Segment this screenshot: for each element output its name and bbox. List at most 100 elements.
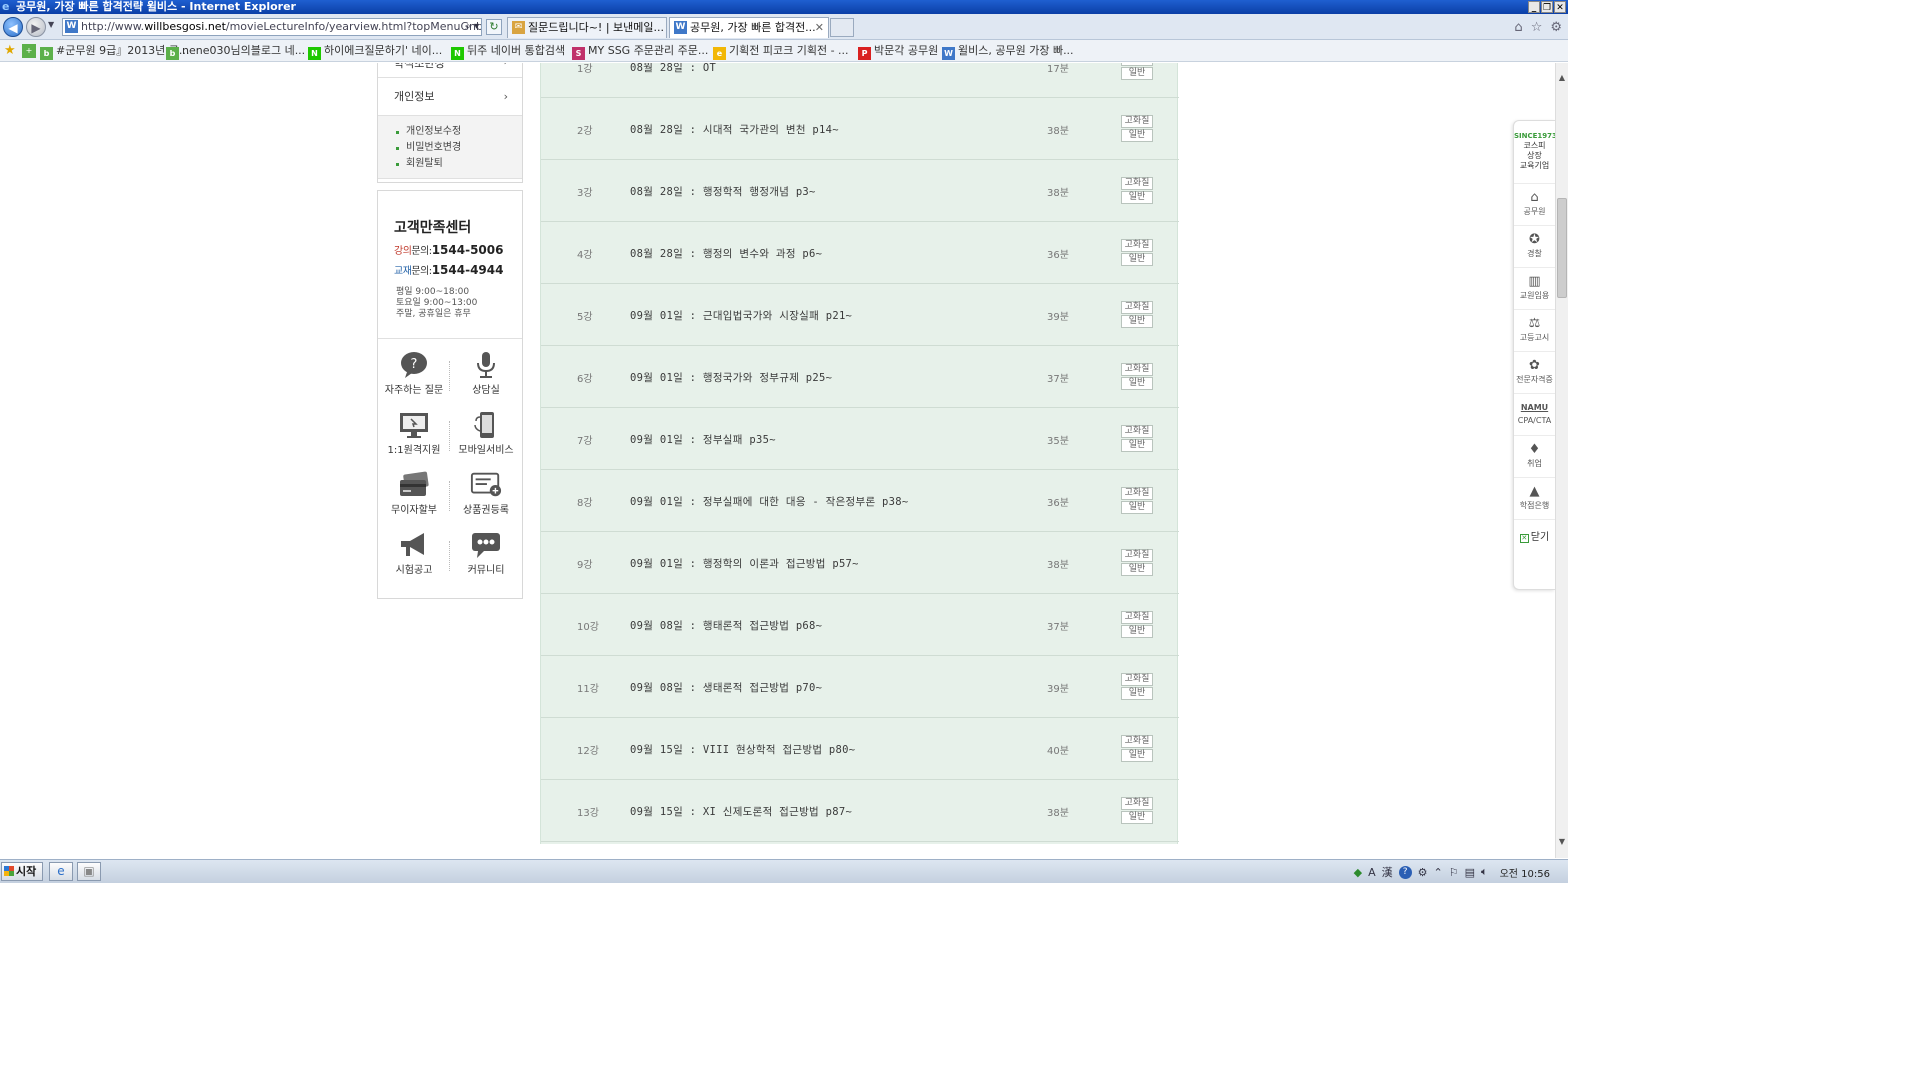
- tray-settings-icon[interactable]: ⚙: [1418, 866, 1428, 879]
- tab-willbes[interactable]: W 공무원, 가장 빠른 합격전... ✕: [669, 17, 829, 38]
- search-dropdown-icon[interactable]: ⌕ ▾: [465, 19, 479, 35]
- favorites-star-icon[interactable]: ★: [4, 43, 16, 59]
- start-button[interactable]: 시작: [1, 862, 43, 881]
- play-normal-button[interactable]: 일반: [1121, 67, 1153, 80]
- quickbar-item[interactable]: ⌂ 공무원: [1514, 183, 1555, 225]
- menu-item-cut[interactable]: 학석조반성: [394, 63, 445, 71]
- play-hq-button[interactable]: 고화질: [1121, 363, 1153, 376]
- play-hq-button[interactable]: 고화질: [1121, 425, 1153, 438]
- favorite-link[interactable]: N 하이에크질문하기' 네이...: [308, 40, 442, 62]
- favorite-link[interactable]: P 박문각 공무원: [858, 40, 938, 62]
- play-hq-button[interactable]: 고화질: [1121, 239, 1153, 252]
- favorites-star-icon[interactable]: ☆: [1531, 20, 1543, 35]
- play-normal-button[interactable]: 일반: [1121, 439, 1153, 452]
- clock[interactable]: 오전 10:56: [1500, 865, 1550, 880]
- service-remote[interactable]: 1:1원격지원: [378, 407, 450, 467]
- action-center-flag-icon[interactable]: ⚐: [1449, 866, 1459, 879]
- play-hq-button[interactable]: 고화질: [1121, 735, 1153, 748]
- service-installment[interactable]: 무이자할부: [378, 467, 450, 527]
- menu-personal-info[interactable]: 개인정보 ›: [378, 78, 522, 116]
- quickbar-item[interactable]: ⚖ 고등고시: [1514, 309, 1555, 351]
- service-label: 상담실: [472, 385, 500, 396]
- quickbar-item[interactable]: ▲ 학점은행: [1514, 477, 1555, 519]
- ime-mode[interactable]: A: [1368, 866, 1376, 879]
- service-exam-notice[interactable]: 시험공고: [378, 527, 450, 587]
- network-icon[interactable]: ▤: [1465, 866, 1475, 879]
- play-hq-button[interactable]: 고화질: [1121, 115, 1153, 128]
- menu-personal-info-label: 개인정보: [394, 90, 435, 103]
- play-normal-button[interactable]: 일반: [1121, 563, 1153, 576]
- play-normal-button[interactable]: 일반: [1121, 315, 1153, 328]
- close-window-button[interactable]: ✕: [1554, 1, 1566, 13]
- help-icon[interactable]: ?: [1398, 865, 1412, 879]
- play-normal-button[interactable]: 일반: [1121, 811, 1153, 824]
- add-favorite-icon[interactable]: +: [22, 44, 36, 58]
- cs-hours-weekday: 평일 9:00~18:00: [396, 287, 470, 297]
- service-community[interactable]: 커뮤니티: [450, 527, 522, 587]
- play-hq-button[interactable]: 고화질: [1121, 611, 1153, 624]
- favorite-link[interactable]: e 기획전 피코크 기획전 - ...: [713, 40, 849, 62]
- play-hq-button[interactable]: 고화질: [1121, 63, 1153, 66]
- play-normal-button[interactable]: 일반: [1121, 377, 1153, 390]
- tools-gear-icon[interactable]: ⚙: [1550, 20, 1562, 35]
- favorite-link[interactable]: S MY SSG 주문관리 주문...: [572, 40, 708, 62]
- scroll-thumb[interactable]: [1557, 198, 1567, 298]
- play-normal-button[interactable]: 일반: [1121, 191, 1153, 204]
- favorite-link[interactable]: b nene030님의블로그 네...: [166, 40, 305, 62]
- quickbar-item[interactable]: ✿ 전문자격증: [1514, 351, 1555, 393]
- play-hq-button[interactable]: 고화질: [1121, 549, 1153, 562]
- forward-button[interactable]: ▶: [26, 17, 46, 37]
- submenu-withdraw[interactable]: 회원탈퇴: [396, 156, 522, 172]
- service-faq[interactable]: ? 자주하는 질문: [378, 347, 450, 407]
- vertical-scrollbar[interactable]: ▲ ▼: [1555, 63, 1568, 858]
- volume-icon[interactable]: 🔈︎: [1481, 865, 1488, 879]
- minimize-button[interactable]: _: [1528, 1, 1540, 13]
- play-normal-button[interactable]: 일반: [1121, 129, 1153, 142]
- play-hq-button[interactable]: 고화질: [1121, 301, 1153, 314]
- play-hq-button[interactable]: 고화질: [1121, 797, 1153, 810]
- scroll-down-icon[interactable]: ▼: [1556, 835, 1568, 849]
- new-tab-button[interactable]: [830, 18, 854, 37]
- tab-close-icon[interactable]: ✕: [815, 18, 824, 37]
- lecture-number: 8강: [577, 498, 593, 509]
- history-dropdown-icon[interactable]: ▼: [48, 20, 54, 29]
- tray-expand-icon[interactable]: ⌃: [1433, 866, 1442, 879]
- submenu-edit-info[interactable]: 개인정보수정: [396, 124, 522, 140]
- back-button[interactable]: ◀: [3, 17, 23, 37]
- service-mobile[interactable]: 모바일서비스: [450, 407, 522, 467]
- play-hq-button[interactable]: 고화질: [1121, 177, 1153, 190]
- since-year: SINCE1973: [1514, 132, 1555, 140]
- play-normal-button[interactable]: 일반: [1121, 253, 1153, 266]
- service-counsel[interactable]: 상담실: [450, 347, 522, 407]
- refresh-icon[interactable]: ↻: [486, 19, 502, 35]
- quickbar-close-button[interactable]: ✕ 닫기: [1514, 519, 1555, 543]
- restore-button[interactable]: ❐: [1541, 1, 1553, 13]
- scroll-up-icon[interactable]: ▲: [1556, 71, 1568, 85]
- favorite-link[interactable]: W 윌비스, 공무원 가장 빠...: [942, 40, 1074, 62]
- service-label: 시험공고: [395, 565, 433, 576]
- taskbar-window-icon[interactable]: ▣: [77, 862, 101, 881]
- quickbar-item[interactable]: NAMU CPA/CTA: [1514, 393, 1555, 435]
- network-shield-icon[interactable]: ◆: [1354, 866, 1362, 879]
- address-bar[interactable]: W http://www.willbesgosi.net/movieLectur…: [62, 18, 482, 36]
- service-coupon[interactable]: 상품권등록: [450, 467, 522, 527]
- play-hq-button[interactable]: 고화질: [1121, 487, 1153, 500]
- home-icon[interactable]: ⌂: [1514, 20, 1522, 35]
- tab-mail[interactable]: ✉ 질문드립니다~! | 보낸메일...: [507, 17, 667, 38]
- play-normal-button[interactable]: 일반: [1121, 501, 1153, 514]
- svg-text:?: ?: [411, 357, 418, 372]
- quickbar-item-label: 경찰: [1527, 249, 1542, 258]
- ime-hanja[interactable]: 漢: [1382, 864, 1393, 880]
- quickbar-item[interactable]: ✪ 경찰: [1514, 225, 1555, 267]
- play-normal-button[interactable]: 일반: [1121, 687, 1153, 700]
- megaphone-icon: [398, 531, 430, 559]
- taskbar-ie-icon[interactable]: e: [49, 862, 73, 881]
- play-normal-button[interactable]: 일반: [1121, 749, 1153, 762]
- favorite-link[interactable]: N 뒤주 네이버 통합검색: [451, 40, 565, 62]
- play-normal-button[interactable]: 일반: [1121, 625, 1153, 638]
- quickbar-item[interactable]: ♦ 취업: [1514, 435, 1555, 477]
- quickbar-item[interactable]: ▥ 교원임용: [1514, 267, 1555, 309]
- lecture-list: 1강08월 28일 : OT17분고화질일반2강08월 28일 : 시대적 국가…: [540, 63, 1179, 844]
- submenu-change-password[interactable]: 비밀번호변경: [396, 140, 522, 156]
- play-hq-button[interactable]: 고화질: [1121, 673, 1153, 686]
